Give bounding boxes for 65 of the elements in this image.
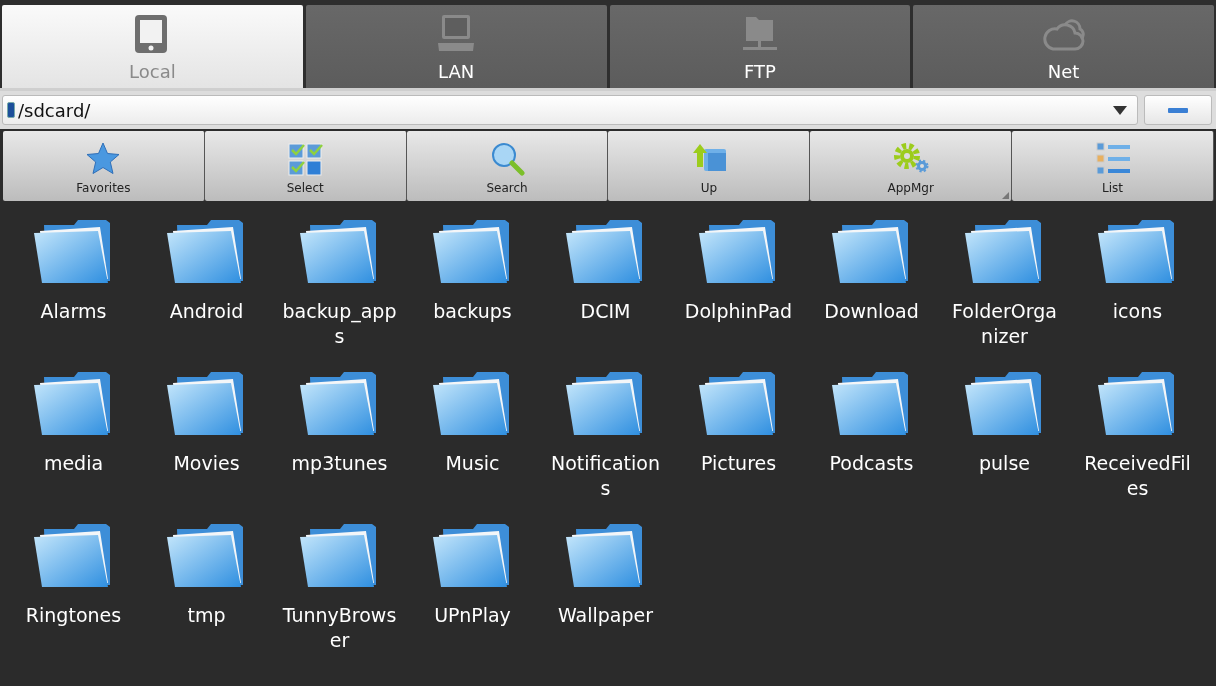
- folder-item[interactable]: Movies: [140, 369, 273, 521]
- toolbar-button[interactable]: Search: [406, 131, 609, 201]
- tab[interactable]: LAN: [305, 5, 607, 88]
- checkbox-grid-icon: [287, 141, 324, 177]
- minus-icon: [1168, 107, 1188, 113]
- folder-item[interactable]: Music: [406, 369, 539, 521]
- folder-name: backups: [432, 299, 513, 324]
- folder-name: Pictures: [699, 451, 778, 476]
- folder-name: DCIM: [579, 299, 632, 324]
- folder-name: ReceivedFiles: [1083, 451, 1192, 501]
- folder-item[interactable]: Podcasts: [805, 369, 938, 521]
- toolbar-button[interactable]: Favorites: [3, 131, 205, 201]
- folder-name: Download: [823, 299, 920, 324]
- folder-item[interactable]: Android: [140, 217, 273, 369]
- folder-name: Notifications: [550, 451, 661, 501]
- folder-item[interactable]: FolderOrganizer: [938, 217, 1071, 369]
- tab[interactable]: FTP: [609, 5, 911, 88]
- folder-item[interactable]: ReceivedFiles: [1071, 369, 1204, 521]
- folder-item[interactable]: Pictures: [672, 369, 805, 521]
- folder-item[interactable]: DolphinPad: [672, 217, 805, 369]
- folder-name: FolderOrganizer: [951, 299, 1058, 349]
- folder-item[interactable]: mp3tunes: [273, 369, 406, 521]
- folder-name: TunnyBrowser: [282, 603, 397, 653]
- folder-item[interactable]: backup_apps: [273, 217, 406, 369]
- folder-item[interactable]: Ringtones: [7, 521, 140, 673]
- list-icon: [1094, 141, 1131, 177]
- folder-name: pulse: [978, 451, 1031, 476]
- toolbar-button[interactable]: List: [1012, 131, 1214, 201]
- folder-name: UPnPlay: [433, 603, 512, 628]
- star-icon: [85, 141, 122, 177]
- folder-name: backup_apps: [282, 299, 397, 349]
- folder-name: Alarms: [39, 299, 108, 324]
- toolbar-button[interactable]: Select: [204, 131, 407, 201]
- sd-card-icon: [7, 102, 15, 118]
- folder-item[interactable]: Download: [805, 217, 938, 369]
- folder-name: mp3tunes: [290, 451, 389, 476]
- path-text: /sdcard/: [18, 99, 92, 121]
- path-dropdown[interactable]: /sdcard/: [2, 95, 1138, 125]
- folder-name: icons: [1111, 299, 1164, 324]
- folder-item[interactable]: Notifications: [539, 369, 672, 521]
- folder-name: DolphinPad: [683, 299, 794, 324]
- folder-item[interactable]: TunnyBrowser: [273, 521, 406, 673]
- folder-name: Ringtones: [24, 603, 123, 628]
- folder-name: Podcasts: [828, 451, 915, 476]
- folder-item[interactable]: backups: [406, 217, 539, 369]
- toolbar-button[interactable]: AppMgr: [810, 131, 1013, 201]
- folder-name: Music: [444, 451, 501, 476]
- caret-icon: [1113, 105, 1127, 115]
- folder-item[interactable]: pulse: [938, 369, 1071, 521]
- folder-item[interactable]: UPnPlay: [406, 521, 539, 673]
- collapse-button[interactable]: [1144, 95, 1212, 125]
- folder-item[interactable]: icons: [1071, 217, 1204, 369]
- folder-item[interactable]: media: [7, 369, 140, 521]
- folder-item[interactable]: DCIM: [539, 217, 672, 369]
- folder-name: Android: [168, 299, 245, 324]
- search-icon: [489, 141, 526, 177]
- folder-item[interactable]: tmp: [140, 521, 273, 673]
- folder-name: Movies: [172, 451, 241, 476]
- folder-name: Wallpaper: [556, 603, 654, 628]
- folder-name: media: [42, 451, 105, 476]
- folder-item[interactable]: Wallpaper: [539, 521, 672, 673]
- toolbar-button[interactable]: Up: [608, 131, 811, 201]
- folder-name: tmp: [186, 603, 227, 628]
- folder-item[interactable]: Alarms: [7, 217, 140, 369]
- tab[interactable]: Net: [913, 5, 1214, 88]
